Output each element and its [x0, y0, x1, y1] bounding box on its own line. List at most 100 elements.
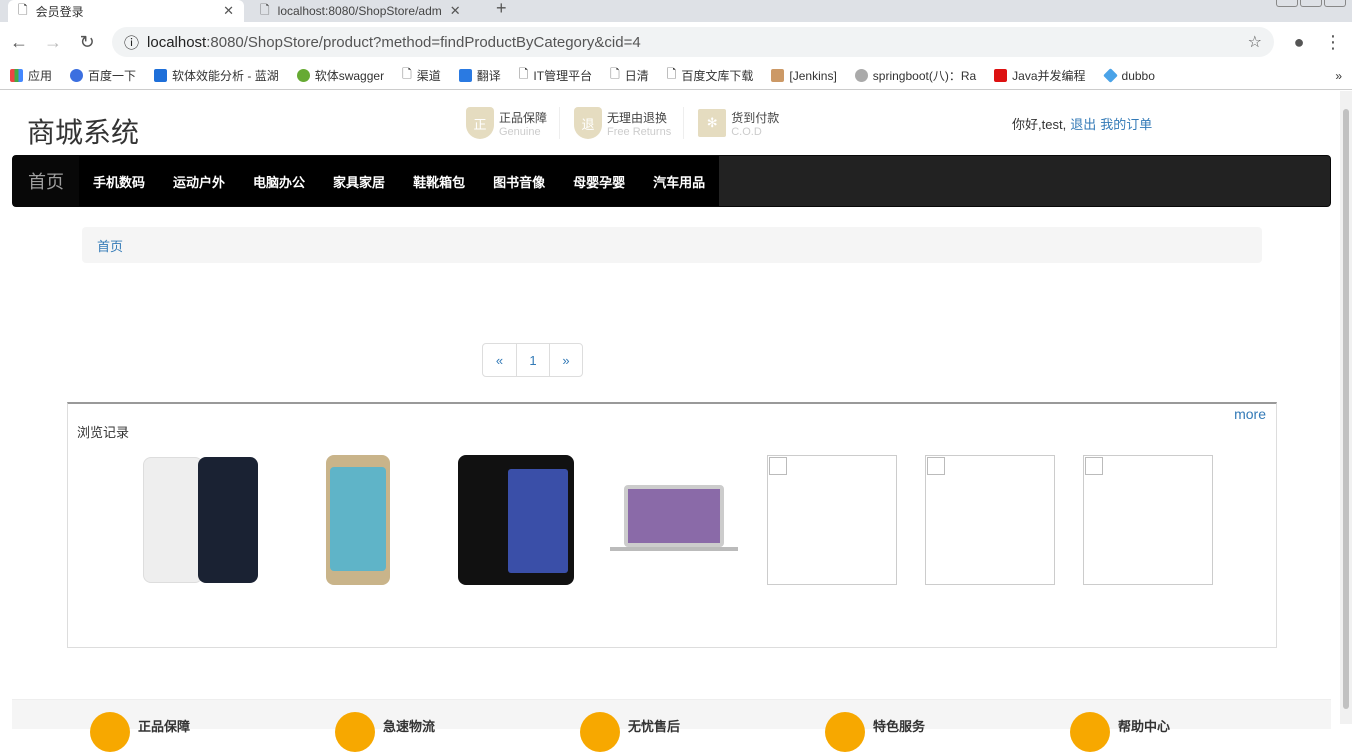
- minimize-button[interactable]: [1276, 0, 1298, 7]
- close-window-button[interactable]: [1324, 0, 1346, 7]
- bookmarks-bar: 应用 百度一下 软体效能分析 - 蓝湖 软体swagger 🗋 渠道 翻译 🗋 IT…: [0, 62, 1352, 90]
- bookmark-apps[interactable]: 应用: [10, 67, 52, 84]
- window-controls: [1274, 0, 1346, 7]
- bookmark[interactable]: 翻译: [458, 67, 501, 84]
- forward-icon[interactable]: →: [44, 32, 62, 53]
- close-icon[interactable]: ✕: [223, 3, 234, 19]
- service-icon: [1070, 712, 1110, 752]
- dubbo-icon: [1102, 68, 1118, 83]
- nav-category[interactable]: 手机数码: [79, 156, 160, 206]
- next-page-button[interactable]: »: [549, 344, 582, 376]
- footer-services: 正品保障 急速物流 无忧售后 特色服务 帮助中心: [12, 699, 1331, 752]
- user-bar: 你好,test, 退出 我的订单: [1012, 117, 1153, 132]
- footer-item: 无忧售后: [580, 712, 680, 752]
- badge-returns: 退无理由退换 Free Returns: [574, 107, 685, 139]
- breadcrumb: 首页: [82, 227, 1262, 263]
- service-icon: [825, 712, 865, 752]
- restore-button[interactable]: [1300, 0, 1322, 7]
- apps-icon: [10, 69, 23, 82]
- nav-category[interactable]: 鞋靴箱包: [399, 156, 480, 206]
- page-1-button[interactable]: 1: [516, 344, 549, 376]
- bookmark[interactable]: Java并发编程: [994, 67, 1086, 84]
- gift-icon: ✻: [698, 109, 727, 137]
- page-icon: 🗋: [260, 2, 270, 17]
- account-icon[interactable]: ●: [1290, 32, 1308, 53]
- breadcrumb-home[interactable]: 首页: [97, 239, 123, 254]
- lanhu-icon: [154, 69, 168, 82]
- bookmark[interactable]: [Jenkins]: [771, 69, 837, 83]
- baidu-icon: [70, 69, 84, 82]
- jenkins-icon: [771, 69, 785, 82]
- tab-bar: 🗋 会员登录 ✕ 🗋 localhost:8080/ShopStore/adm ✕ +: [0, 0, 1352, 22]
- scrollbar-thumb[interactable]: [1343, 109, 1349, 709]
- bookmark[interactable]: 软体swagger: [296, 67, 384, 84]
- site-logo[interactable]: 商城系统: [27, 111, 139, 151]
- page-content: 商城系统 正正品保障 Genuine 退无理由退换 Free Returns ✻ 货到…: [0, 91, 1340, 752]
- close-icon[interactable]: ✕: [450, 3, 461, 19]
- page-scrollbar[interactable]: [1340, 91, 1352, 724]
- shield-icon: 退: [574, 107, 603, 139]
- address-bar[interactable]: ⓘ localhost:8080/ShopStore/product?metho…: [112, 27, 1274, 57]
- page-icon: 🗋: [402, 67, 412, 81]
- springboot-icon: [854, 69, 868, 82]
- nav-category[interactable]: 母婴孕婴: [559, 156, 640, 206]
- footer-item: 急速物流: [335, 712, 435, 752]
- nav-category[interactable]: 电脑办公: [239, 156, 320, 206]
- new-tab-button[interactable]: +: [496, 0, 507, 19]
- browser-toolbar: ← → ↻ ⓘ localhost:8080/ShopStore/product…: [0, 22, 1352, 62]
- menu-icon[interactable]: ⋮: [1324, 32, 1342, 53]
- tab-admin[interactable]: 🗋 localhost:8080/ShopStore/adm ✕: [250, 0, 462, 22]
- service-icon: [335, 712, 375, 752]
- more-link[interactable]: more: [1234, 406, 1266, 422]
- bookmark[interactable]: 🗋 日清: [610, 65, 649, 86]
- star-icon[interactable]: ☆: [1248, 32, 1262, 52]
- page-icon: 🗋: [666, 67, 677, 81]
- nav-category[interactable]: 汽车用品: [639, 156, 720, 206]
- product-thumb[interactable]: [143, 455, 273, 585]
- product-thumb[interactable]: [458, 455, 588, 585]
- service-icon: [580, 712, 620, 752]
- product-thumb[interactable]: [296, 455, 426, 585]
- product-thumb-broken[interactable]: [767, 455, 897, 585]
- bookmark[interactable]: 🗋 IT管理平台: [519, 65, 592, 86]
- shield-icon: 正: [466, 107, 494, 139]
- translate-icon: [458, 69, 472, 82]
- badge-cod: ✻ 货到付款 C.O.D: [698, 107, 791, 139]
- bookmark[interactable]: springboot(八)：Ra: [854, 67, 976, 84]
- pagination: « 1 »: [482, 343, 583, 377]
- info-icon[interactable]: ⓘ: [124, 32, 139, 53]
- more-bookmarks-icon[interactable]: »: [1335, 69, 1342, 83]
- footer-item: 帮助中心: [1070, 712, 1170, 752]
- nav-category[interactable]: 运动户外: [159, 156, 240, 206]
- footer-item: 正品保障: [90, 712, 190, 752]
- product-thumb-broken[interactable]: [925, 455, 1055, 585]
- nav-home[interactable]: 首页: [13, 156, 79, 206]
- logout-link[interactable]: 退出: [1070, 117, 1096, 132]
- page-icon: 🗋: [518, 67, 529, 81]
- my-orders-link[interactable]: 我的订单: [1100, 117, 1152, 132]
- bookmark[interactable]: dubbo: [1102, 68, 1155, 83]
- history-title: 浏览记录: [77, 425, 130, 440]
- bookmark[interactable]: 🗋 百度文库下载: [667, 65, 754, 86]
- swagger-icon: [296, 69, 310, 82]
- category-nav: 首页 手机数码 运动户外 电脑办公 家具家居 鞋靴箱包 图书音像 母婴孕婴 汽车…: [12, 155, 1331, 207]
- reload-icon[interactable]: ↻: [78, 32, 96, 53]
- product-thumb[interactable]: [610, 455, 740, 585]
- browse-history: 浏览记录 more: [67, 402, 1277, 648]
- page-icon: 🗋: [18, 2, 28, 17]
- bookmark[interactable]: 🗋 渠道: [402, 65, 441, 86]
- nav-category[interactable]: 家具家居: [319, 156, 400, 206]
- csdn-icon: [994, 69, 1008, 82]
- tab-member-login[interactable]: 🗋 会员登录 ✕: [8, 0, 244, 22]
- bookmark[interactable]: 百度一下: [70, 67, 136, 84]
- badge-genuine: 正正品保障 Genuine: [466, 107, 561, 139]
- prev-page-button[interactable]: «: [483, 344, 516, 376]
- footer-item: 特色服务: [825, 712, 925, 752]
- nav-category[interactable]: 图书音像: [479, 156, 560, 206]
- service-icon: [90, 712, 130, 752]
- back-icon[interactable]: ←: [10, 32, 28, 53]
- page-icon: 🗋: [610, 67, 620, 81]
- product-thumb-broken[interactable]: [1083, 455, 1213, 585]
- service-badges: 正正品保障 Genuine 退无理由退换 Free Returns ✻ 货到付款 C.O…: [466, 107, 791, 139]
- bookmark[interactable]: 软体效能分析 - 蓝湖: [154, 67, 279, 84]
